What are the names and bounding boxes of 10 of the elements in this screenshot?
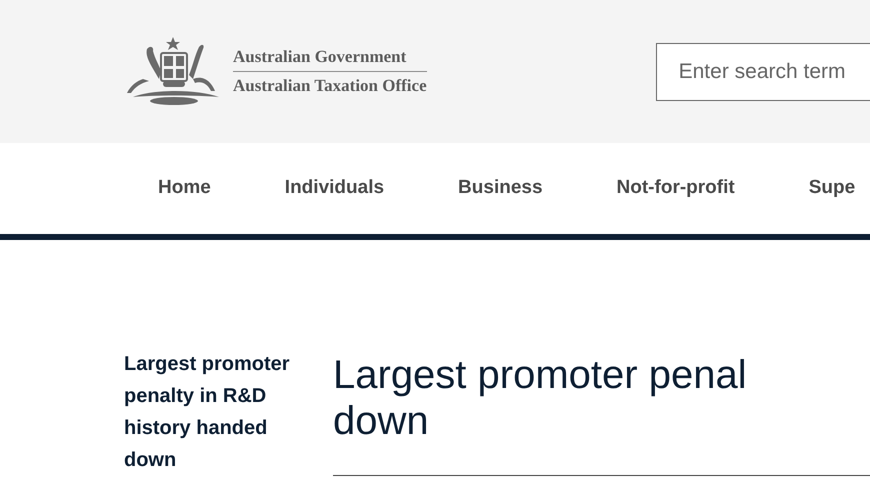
nav-link[interactable]: Home xyxy=(158,174,211,203)
agency-name: Australian Taxation Office xyxy=(233,75,427,97)
sidebar-heading: Largest promoter penalty in R&D history handed down xyxy=(124,352,291,473)
nav-link[interactable]: Business xyxy=(458,174,543,203)
article-title: Largest promoter penal down xyxy=(333,352,748,444)
nav-link[interactable]: Individuals xyxy=(284,174,384,203)
nav-link[interactable]: Supe xyxy=(808,174,856,203)
agency-name: Australian Government xyxy=(233,43,427,72)
search-field[interactable]: Enter search term xyxy=(656,42,870,100)
nav-link[interactable]: Not-for-profit xyxy=(616,174,735,203)
